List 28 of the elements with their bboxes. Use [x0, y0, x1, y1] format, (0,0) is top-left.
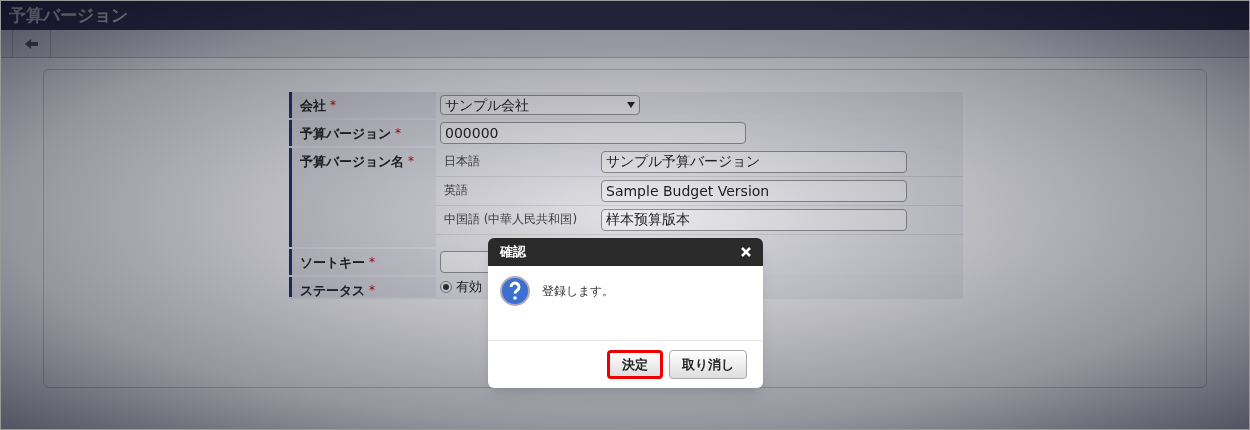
close-icon[interactable]	[741, 247, 751, 257]
radio-label: 有効	[456, 278, 482, 297]
required-mark: *	[395, 125, 401, 142]
field-label: 予算バージョン	[300, 125, 391, 143]
dialog-button[interactable]: 決定	[607, 350, 663, 379]
field-label: 会社	[300, 97, 326, 115]
dialog-title: 確認	[500, 243, 526, 262]
required-mark: *	[369, 282, 375, 299]
field-label: 予算バージョン名	[300, 153, 404, 171]
back-arrow-icon	[25, 38, 38, 49]
required-mark: *	[330, 97, 336, 114]
radio-button[interactable]	[440, 281, 452, 293]
dialog-message: 登録します。	[542, 283, 614, 300]
name-input[interactable]: Sample Budget Version	[601, 180, 907, 202]
caret-icon	[627, 102, 635, 108]
language-label: 日本語	[443, 153, 481, 170]
field-label: ソートキー	[300, 254, 365, 272]
required-mark: *	[369, 254, 375, 271]
language-label: 英語	[443, 182, 469, 199]
field-label: ステータス	[300, 282, 365, 300]
name-input[interactable]: 样本预算版本	[601, 209, 907, 231]
required-mark: *	[408, 153, 414, 170]
company-select[interactable]: サンプル会社	[440, 95, 640, 115]
name-input[interactable]: サンプル予算バージョン	[601, 151, 907, 173]
dialog-button[interactable]: 取り消し	[669, 350, 747, 379]
text-input[interactable]: 000000	[440, 122, 746, 144]
language-label: 中国語 (中華人民共和国)	[443, 211, 579, 228]
question-icon	[500, 276, 530, 306]
